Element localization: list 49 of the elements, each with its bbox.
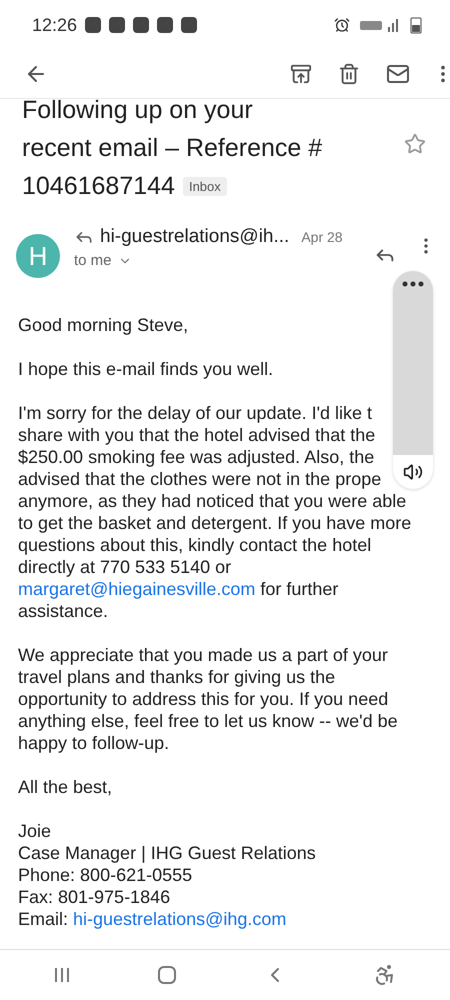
notification-icon xyxy=(133,17,150,33)
email-link[interactable]: margaret@hiegainesville.com xyxy=(18,579,256,600)
body-text: happy to follow-up. xyxy=(18,733,170,754)
mail-icon[interactable] xyxy=(386,62,410,86)
subject-line: 10461687144 xyxy=(22,172,175,200)
body-text: advised that the clothes were not in the prope xyxy=(18,469,382,490)
recent-apps-icon[interactable] xyxy=(53,967,71,983)
email-link[interactable]: hi-guestrelations@ihg.com xyxy=(73,909,286,930)
body-text: directly at 770 533 5140 or xyxy=(18,557,232,578)
body-text: All the best, xyxy=(18,777,112,798)
body-text: I hope this e-mail finds you well. xyxy=(18,359,274,380)
archive-icon[interactable] xyxy=(290,63,312,85)
body-text: travel plans and thanks for giving us the xyxy=(18,667,336,688)
speaker-icon[interactable] xyxy=(403,462,423,482)
body-text: Case Manager | IHG Guest Relations xyxy=(18,843,316,864)
inbox-label: Inbox xyxy=(182,177,227,196)
subject-line: Following up on your xyxy=(22,99,253,124)
notification-icon xyxy=(109,17,126,33)
notification-icon xyxy=(181,17,198,33)
body-text: $250.00 smoking fee was adjusted. Also, the xyxy=(18,447,374,468)
body-text: Email: xyxy=(18,909,70,930)
delete-icon[interactable] xyxy=(338,63,360,85)
body-text: Joie xyxy=(18,821,52,842)
body-text: opportunity to address this for you. If you need xyxy=(18,689,388,710)
body-text: to get the basket and detergent. If you have more xyxy=(18,513,412,534)
body-text: assistance. xyxy=(18,601,108,622)
recipient-toggle[interactable]: to me xyxy=(74,252,112,270)
body-text: I'm sorry for the delay of our update. I'd like t xyxy=(18,403,372,424)
body-text: Phone: 800-621-0555 xyxy=(18,865,192,886)
more-icon[interactable] xyxy=(402,281,424,287)
body-text: for further xyxy=(259,579,338,600)
battery-icon xyxy=(410,16,422,34)
clock-time: 12:26 xyxy=(32,14,78,36)
body-text: share with you that the hotel advised that the xyxy=(18,425,376,446)
sender-name: hi-guestrelations@ih... xyxy=(100,226,290,248)
subject-line: recent email – Reference # xyxy=(22,134,322,162)
alarm-icon xyxy=(334,17,350,33)
notification-icon xyxy=(157,17,174,33)
body-text: Good morning Steve, xyxy=(18,315,188,336)
body-text: anything else, feel free to let us know -- we'd be xyxy=(18,711,398,732)
sender-avatar: H xyxy=(16,234,60,278)
body-text: anymore, as they had noticed that you were able xyxy=(18,491,406,512)
body-text: Fax: 801-975-1846 xyxy=(18,887,170,908)
body-text: questions about this, kindly contact the hotel xyxy=(18,535,372,556)
message-date: Apr 28 xyxy=(301,229,343,246)
star-icon[interactable] xyxy=(404,132,426,155)
body-text: We appreciate that you made us a part of your xyxy=(18,645,388,666)
notification-icon xyxy=(85,17,102,33)
home-icon[interactable] xyxy=(157,965,177,985)
